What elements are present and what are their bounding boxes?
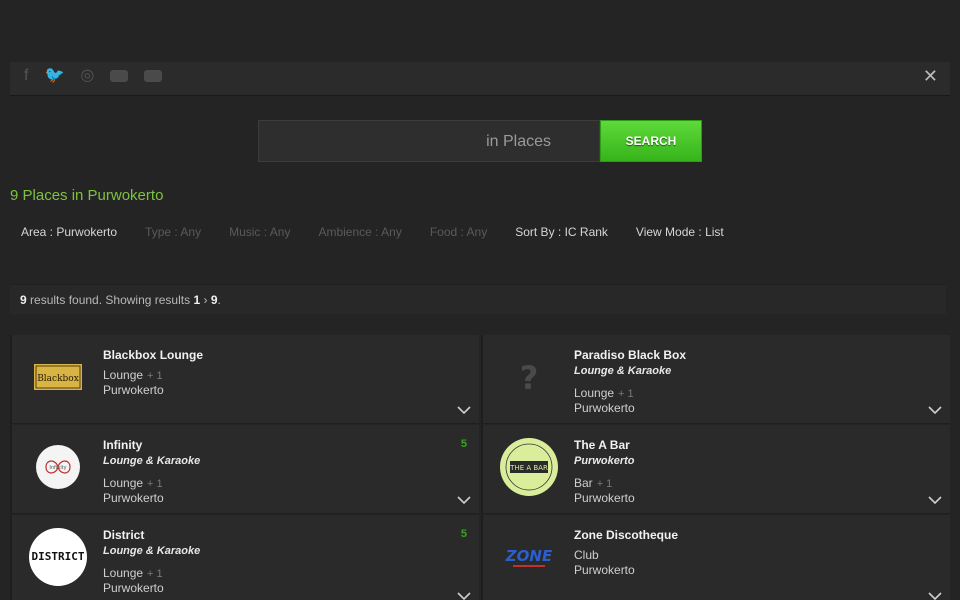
results-sep: ›: [200, 293, 211, 307]
place-category: Lounge + 1: [103, 476, 163, 490]
infinity-logo: Infinity: [36, 445, 80, 489]
place-card[interactable]: THE A BAR The A Bar Purwokerto Bar + 1 Pu…: [481, 425, 950, 514]
place-location: Purwokerto: [574, 563, 635, 577]
twitter-icon[interactable]: 🐦: [44, 68, 64, 84]
place-name[interactable]: Infinity: [103, 438, 142, 452]
chevron-down-icon[interactable]: [928, 591, 942, 600]
category-label: Bar: [574, 476, 593, 490]
place-category: Club: [574, 548, 599, 562]
place-location: Purwokerto: [574, 491, 635, 505]
place-name[interactable]: Zone Discotheque: [574, 528, 678, 542]
chevron-down-icon[interactable]: [928, 405, 942, 415]
video-icon[interactable]: [110, 70, 129, 82]
chevron-down-icon[interactable]: [457, 405, 471, 415]
close-icon[interactable]: ✕: [923, 66, 938, 87]
place-location: Purwokerto: [103, 383, 164, 397]
results-to: 9: [210, 293, 218, 307]
place-name[interactable]: The A Bar: [574, 438, 630, 452]
place-tagline: Lounge & Karaoke: [103, 545, 201, 557]
page-title: 9 Places in Purwokerto: [10, 187, 164, 204]
chevron-down-icon[interactable]: [928, 495, 942, 505]
place-card[interactable]: Blackbox Blackbox Lounge Lounge + 1 Purwo…: [10, 335, 479, 424]
category-label: Lounge: [103, 476, 144, 490]
view-mode[interactable]: View Mode : List: [636, 225, 724, 239]
youtube-icon[interactable]: [144, 70, 163, 82]
chevron-down-icon[interactable]: [457, 591, 471, 600]
placeholder-logo: ?: [520, 359, 539, 397]
place-tagline: Purwokerto: [574, 455, 635, 467]
place-tagline: Lounge & Karaoke: [103, 455, 201, 467]
placeholder-logo-text: ?: [520, 359, 539, 397]
search-scope-label: in Places: [486, 133, 551, 150]
category-extra: + 1: [147, 370, 163, 382]
the-a-bar-logo-text: THE A BAR: [509, 464, 548, 472]
district-logo: DISTRICT: [29, 528, 87, 586]
facebook-icon[interactable]: f: [24, 68, 28, 84]
zone-logo: ZONE: [505, 547, 553, 567]
the-a-bar-logo: THE A BAR: [500, 438, 558, 496]
category-label: Lounge: [103, 368, 144, 382]
place-card[interactable]: Infinity Infinity 5 Lounge & Karaoke Lou…: [10, 425, 479, 514]
search-button[interactable]: SEARCH: [600, 120, 702, 162]
place-category: Lounge + 1: [103, 566, 163, 580]
search-bar: in Places SEARCH: [258, 120, 702, 162]
place-name[interactable]: Blackbox Lounge: [103, 348, 203, 362]
place-name[interactable]: Paradiso Black Box: [574, 348, 686, 362]
search-field-wrap: in Places: [258, 120, 600, 162]
category-label: Lounge: [574, 386, 615, 400]
social-icons: f 🐦 ◎: [24, 68, 163, 84]
results-end: .: [217, 293, 221, 307]
place-category: Bar + 1: [574, 476, 612, 490]
social-bar: f 🐦 ◎ ✕: [10, 62, 950, 96]
infinity-logo-text: Infinity: [49, 465, 66, 471]
filter-type[interactable]: Type : Any: [145, 225, 201, 239]
place-category: Lounge + 1: [574, 386, 634, 400]
chevron-down-icon[interactable]: [457, 495, 471, 505]
results-text: results found. Showing results: [26, 293, 194, 307]
place-location: Purwokerto: [103, 491, 164, 505]
category-extra: + 1: [596, 478, 613, 490]
place-location: Purwokerto: [103, 581, 164, 595]
place-category: Lounge + 1: [103, 368, 163, 382]
filter-music[interactable]: Music : Any: [229, 225, 290, 239]
results-total: 9: [20, 293, 27, 307]
district-logo-text: DISTRICT: [32, 550, 85, 563]
filter-ambience[interactable]: Ambience : Any: [318, 225, 401, 239]
results-summary: 9 results found. Showing results 1 › 9.: [10, 284, 946, 314]
place-tagline: Lounge & Karaoke: [574, 365, 672, 377]
sort-by[interactable]: Sort By : IC Rank: [515, 225, 608, 239]
place-name[interactable]: District: [103, 528, 144, 542]
zone-logo-text: ZONE: [505, 547, 553, 565]
blackbox-logo: Blackbox: [34, 364, 82, 390]
category-extra: + 1: [147, 568, 163, 580]
place-score: 5: [460, 528, 467, 540]
place-location: Purwokerto: [574, 401, 635, 415]
category-label: Lounge: [103, 566, 144, 580]
place-score: 5: [460, 438, 467, 450]
category-label: Club: [574, 548, 599, 562]
place-card[interactable]: ZONE Zone Discotheque Club Purwokerto: [481, 515, 950, 600]
filter-bar: Area : Purwokerto Type : Any Music : Any…: [21, 225, 724, 239]
blackbox-logo-text: Blackbox: [37, 374, 79, 384]
filter-food[interactable]: Food : Any: [430, 225, 487, 239]
place-card[interactable]: ? Paradiso Black Box Lounge & Karaoke Lo…: [481, 335, 950, 424]
filter-area[interactable]: Area : Purwokerto: [21, 225, 117, 239]
place-card[interactable]: DISTRICT District 5 Lounge & Karaoke Lou…: [10, 515, 479, 600]
instagram-icon[interactable]: ◎: [80, 68, 94, 84]
category-extra: + 1: [618, 388, 634, 400]
category-extra: + 1: [147, 478, 163, 490]
